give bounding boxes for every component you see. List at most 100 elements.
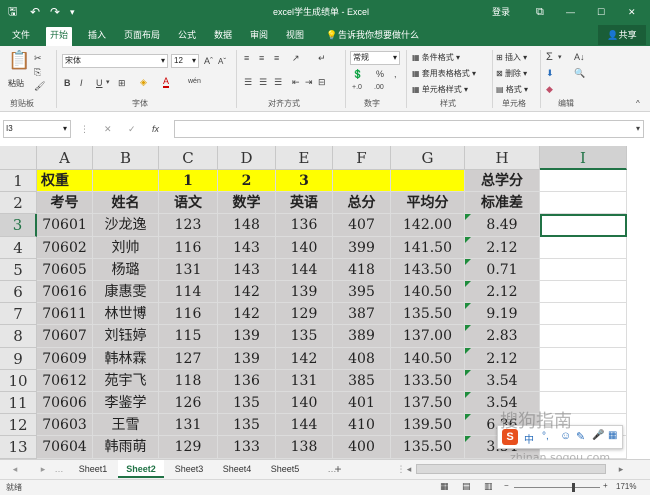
cell-e12[interactable]: 144 — [276, 414, 333, 436]
cell-g6[interactable]: 140.50 — [391, 281, 465, 303]
zoom-in-button[interactable]: + — [603, 481, 608, 490]
cell-b6[interactable]: 康惠雯 — [93, 281, 159, 303]
login-link[interactable]: 登录 — [492, 0, 510, 24]
cell-b1[interactable] — [93, 170, 159, 192]
cell-b7[interactable]: 林世博 — [93, 303, 159, 325]
column-header-b[interactable]: B — [93, 146, 159, 170]
cell-d1[interactable]: 2 — [218, 170, 276, 192]
align-top-icon[interactable]: ≡ — [244, 52, 249, 64]
cell-e5[interactable]: 144 — [276, 259, 333, 281]
cell-h3[interactable]: 8.49 — [465, 214, 540, 236]
row-header[interactable]: 11 — [0, 392, 37, 414]
shrink-font-icon[interactable]: Aˇ — [218, 56, 226, 68]
cell-h10[interactable]: 3.54 — [465, 370, 540, 392]
cell-g9[interactable]: 140.50 — [391, 348, 465, 370]
minimize-button[interactable]: — — [566, 0, 575, 24]
cell-i4[interactable] — [540, 237, 627, 259]
row-header[interactable]: 13 — [0, 436, 37, 458]
row-header[interactable]: 10 — [0, 370, 37, 392]
cell-h8[interactable]: 2.83 — [465, 325, 540, 347]
delete-cells-button[interactable]: ⊠ 删除 ▾ — [496, 68, 527, 79]
tab-file[interactable]: 文件 — [8, 27, 34, 46]
undo-icon[interactable]: ↶ — [30, 0, 40, 24]
more-sheets-icon[interactable]: … — [52, 460, 66, 478]
find-select-icon[interactable]: 🔍 — [574, 67, 585, 79]
sheet-tab-sheet5[interactable]: Sheet5 — [262, 460, 308, 478]
cell-d3[interactable]: 148 — [218, 214, 276, 236]
cell-h9[interactable]: 2.12 — [465, 348, 540, 370]
cell-f1[interactable] — [333, 170, 391, 192]
tab-view[interactable]: 视图 — [282, 27, 308, 46]
function-icon[interactable]: fx — [152, 123, 159, 135]
cell-e4[interactable]: 140 — [276, 237, 333, 259]
comma-button[interactable]: , — [394, 68, 397, 80]
page-break-view-icon[interactable]: ▥ — [484, 481, 493, 492]
cell-b9[interactable]: 韩林霖 — [93, 348, 159, 370]
cell-f11[interactable]: 401 — [333, 392, 391, 414]
orientation-icon[interactable]: ↗ — [292, 52, 300, 64]
cell-g7[interactable]: 135.50 — [391, 303, 465, 325]
cell-a7[interactable]: 70611 — [37, 303, 93, 325]
cell-b10[interactable]: 苑宇飞 — [93, 370, 159, 392]
expand-formula-bar-icon[interactable]: ▾ — [636, 123, 640, 135]
cell-g13[interactable]: 135.50 — [391, 436, 465, 458]
row-header[interactable]: 9 — [0, 348, 37, 370]
currency-icon[interactable]: 💲 — [352, 68, 363, 80]
cell-h2[interactable]: 标准差 — [465, 192, 540, 214]
add-sheet-button[interactable]: + — [330, 460, 346, 478]
cell-f3[interactable]: 407 — [333, 214, 391, 236]
cell-b5[interactable]: 杨璐 — [93, 259, 159, 281]
cell-c10[interactable]: 118 — [159, 370, 218, 392]
tab-home[interactable]: 开始 — [46, 27, 72, 46]
cell-g8[interactable]: 137.00 — [391, 325, 465, 347]
cell-g10[interactable]: 133.50 — [391, 370, 465, 392]
close-button[interactable]: ✕ — [628, 0, 636, 24]
cell-h1[interactable]: 总学分 — [465, 170, 540, 192]
microphone-icon[interactable]: 🎤 — [592, 430, 604, 441]
cell-c7[interactable]: 116 — [159, 303, 218, 325]
cell-b2[interactable]: 姓名 — [93, 192, 159, 214]
cell-g1[interactable] — [391, 170, 465, 192]
cell-e3[interactable]: 136 — [276, 214, 333, 236]
cell-a11[interactable]: 70606 — [37, 392, 93, 414]
cell-c8[interactable]: 115 — [159, 325, 218, 347]
next-sheet-icon[interactable]: ▸ — [36, 460, 50, 478]
align-center-icon[interactable]: ☰ — [259, 76, 267, 88]
row-header[interactable]: 3 — [0, 214, 37, 236]
column-header-h[interactable]: H — [465, 146, 540, 170]
sort-filter-icon[interactable]: A↓ — [574, 51, 585, 63]
sheet-tab-sheet1[interactable]: Sheet1 — [70, 460, 116, 478]
outdent-icon[interactable]: ⇥ — [305, 76, 313, 88]
cell-a4[interactable]: 70602 — [37, 237, 93, 259]
conditional-format-button[interactable]: ▦ 条件格式 ▾ — [412, 52, 460, 63]
cell-f2[interactable]: 总分 — [333, 192, 391, 214]
tab-insert[interactable]: 插入 — [84, 27, 110, 46]
tab-data[interactable]: 数据 — [210, 27, 236, 46]
tab-review[interactable]: 审阅 — [246, 27, 272, 46]
italic-button[interactable]: I — [80, 77, 83, 89]
cell-b12[interactable]: 王雪 — [93, 414, 159, 436]
paste-icon[interactable]: 📋 — [8, 54, 30, 66]
cell-i8[interactable] — [540, 325, 627, 347]
cell-c4[interactable]: 116 — [159, 237, 218, 259]
cell-d9[interactable]: 139 — [218, 348, 276, 370]
cell-a13[interactable]: 70604 — [37, 436, 93, 458]
cell-c12[interactable]: 131 — [159, 414, 218, 436]
cell-e8[interactable]: 135 — [276, 325, 333, 347]
cell-i1[interactable] — [540, 170, 627, 192]
increase-decimal-icon[interactable]: +.0 — [352, 82, 362, 94]
prev-sheet-icon[interactable]: ◂ — [8, 460, 22, 478]
cell-g2[interactable]: 平均分 — [391, 192, 465, 214]
chinese-mode-icon[interactable]: 中 — [524, 431, 534, 446]
cell-g11[interactable]: 137.50 — [391, 392, 465, 414]
cell-f4[interactable]: 399 — [333, 237, 391, 259]
cell-e9[interactable]: 142 — [276, 348, 333, 370]
chevron-down-icon[interactable]: ▾ — [106, 77, 110, 89]
zoom-out-button[interactable]: − — [504, 481, 509, 490]
cell-d8[interactable]: 139 — [218, 325, 276, 347]
cell-g12[interactable]: 139.50 — [391, 414, 465, 436]
cell-h4[interactable]: 2.12 — [465, 237, 540, 259]
cell-styles-button[interactable]: ▦ 单元格样式 ▾ — [412, 84, 468, 95]
horizontal-scrollbar[interactable] — [416, 464, 606, 474]
format-painter-icon[interactable]: 🖌 — [34, 80, 45, 92]
